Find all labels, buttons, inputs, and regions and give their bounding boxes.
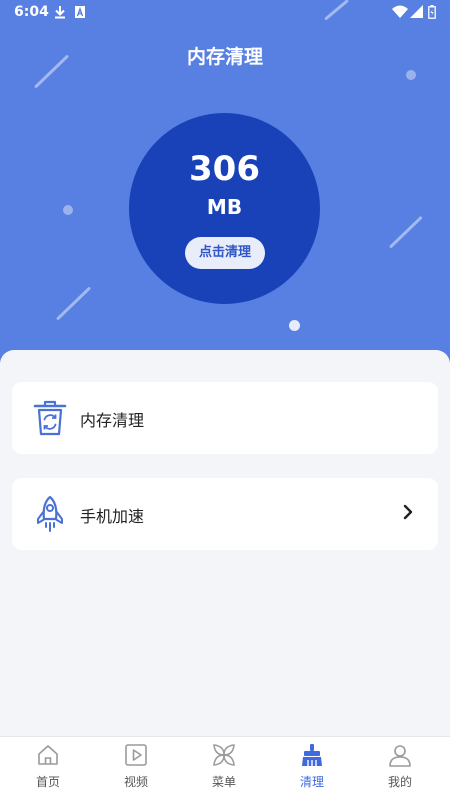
nav-item-video[interactable]: 视频: [91, 737, 181, 801]
rocket-icon: [37, 495, 63, 532]
nav-label: 首页: [35, 775, 60, 789]
video-play-icon: [125, 744, 147, 766]
decorative-dot: [289, 320, 300, 331]
memory-usage-circle: 306 MB 点击清理: [129, 113, 320, 304]
nav-label: 清理: [299, 775, 324, 789]
download-icon: [55, 6, 65, 19]
nav-label: 我的: [387, 775, 412, 789]
nav-item-home[interactable]: 首页: [3, 737, 93, 801]
battery-icon: [428, 5, 436, 19]
hero-header: 6:04 内存清理 306 MB 点击清理: [0, 0, 450, 390]
nav-item-clean[interactable]: 清理: [267, 737, 357, 801]
menu-flower-icon: [213, 744, 235, 766]
decorative-line: [55, 286, 92, 321]
nav-item-mine[interactable]: 我的: [355, 737, 445, 801]
trash-recycle-icon: [33, 400, 67, 436]
content-panel: 内存清理 手机加速: [0, 350, 450, 736]
memory-clean-card[interactable]: 内存清理: [12, 382, 438, 454]
nav-label: 菜单: [211, 775, 236, 789]
nav-item-menu[interactable]: 菜单: [179, 737, 269, 801]
app-notification-icon: [75, 6, 85, 18]
decorative-dot: [406, 70, 416, 80]
chevron-right-icon: [403, 504, 413, 520]
bottom-navigation: 首页 视频 菜单 清理 我的: [0, 736, 450, 801]
status-time: 6:04: [14, 4, 49, 20]
card-label: 内存清理: [80, 411, 145, 430]
card-label: 手机加速: [80, 507, 145, 526]
wifi-icon: [392, 5, 408, 18]
nav-label: 视频: [123, 775, 148, 789]
broom-icon: [302, 744, 322, 766]
status-bar: 6:04: [0, 0, 450, 26]
phone-boost-card[interactable]: 手机加速: [12, 478, 438, 550]
memory-unit: MB: [206, 195, 243, 219]
home-icon: [38, 745, 58, 765]
clean-now-button[interactable]: 点击清理: [185, 237, 265, 269]
user-icon: [389, 745, 411, 767]
decorative-dot: [63, 205, 73, 215]
decorative-line: [388, 215, 423, 249]
memory-value: 306: [189, 149, 260, 189]
signal-icon: [410, 5, 423, 18]
